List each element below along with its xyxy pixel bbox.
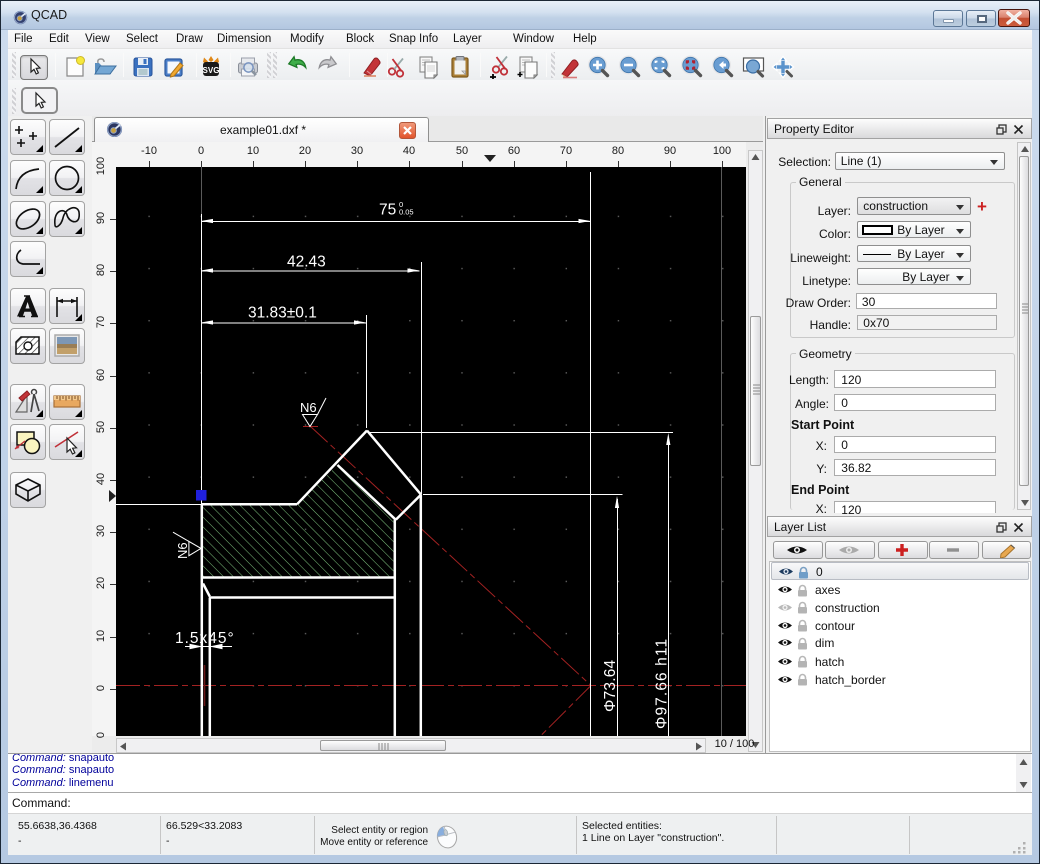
svg-text:SVG: SVG bbox=[203, 66, 220, 75]
svg-text:N6: N6 bbox=[175, 542, 190, 559]
svg-text:42.43: 42.43 bbox=[287, 254, 326, 271]
svg-text:N6: N6 bbox=[300, 400, 317, 415]
svg-text:Φ73.64: Φ73.64 bbox=[602, 659, 619, 712]
svg-text:0.05: 0.05 bbox=[399, 208, 414, 217]
svg-text:Φ97.66 h11: Φ97.66 h11 bbox=[654, 638, 671, 729]
svg-text:1.5x45°: 1.5x45° bbox=[175, 630, 235, 647]
svg-text:75: 75 bbox=[379, 202, 396, 219]
svg-text:31.83±0.1: 31.83±0.1 bbox=[248, 305, 317, 322]
